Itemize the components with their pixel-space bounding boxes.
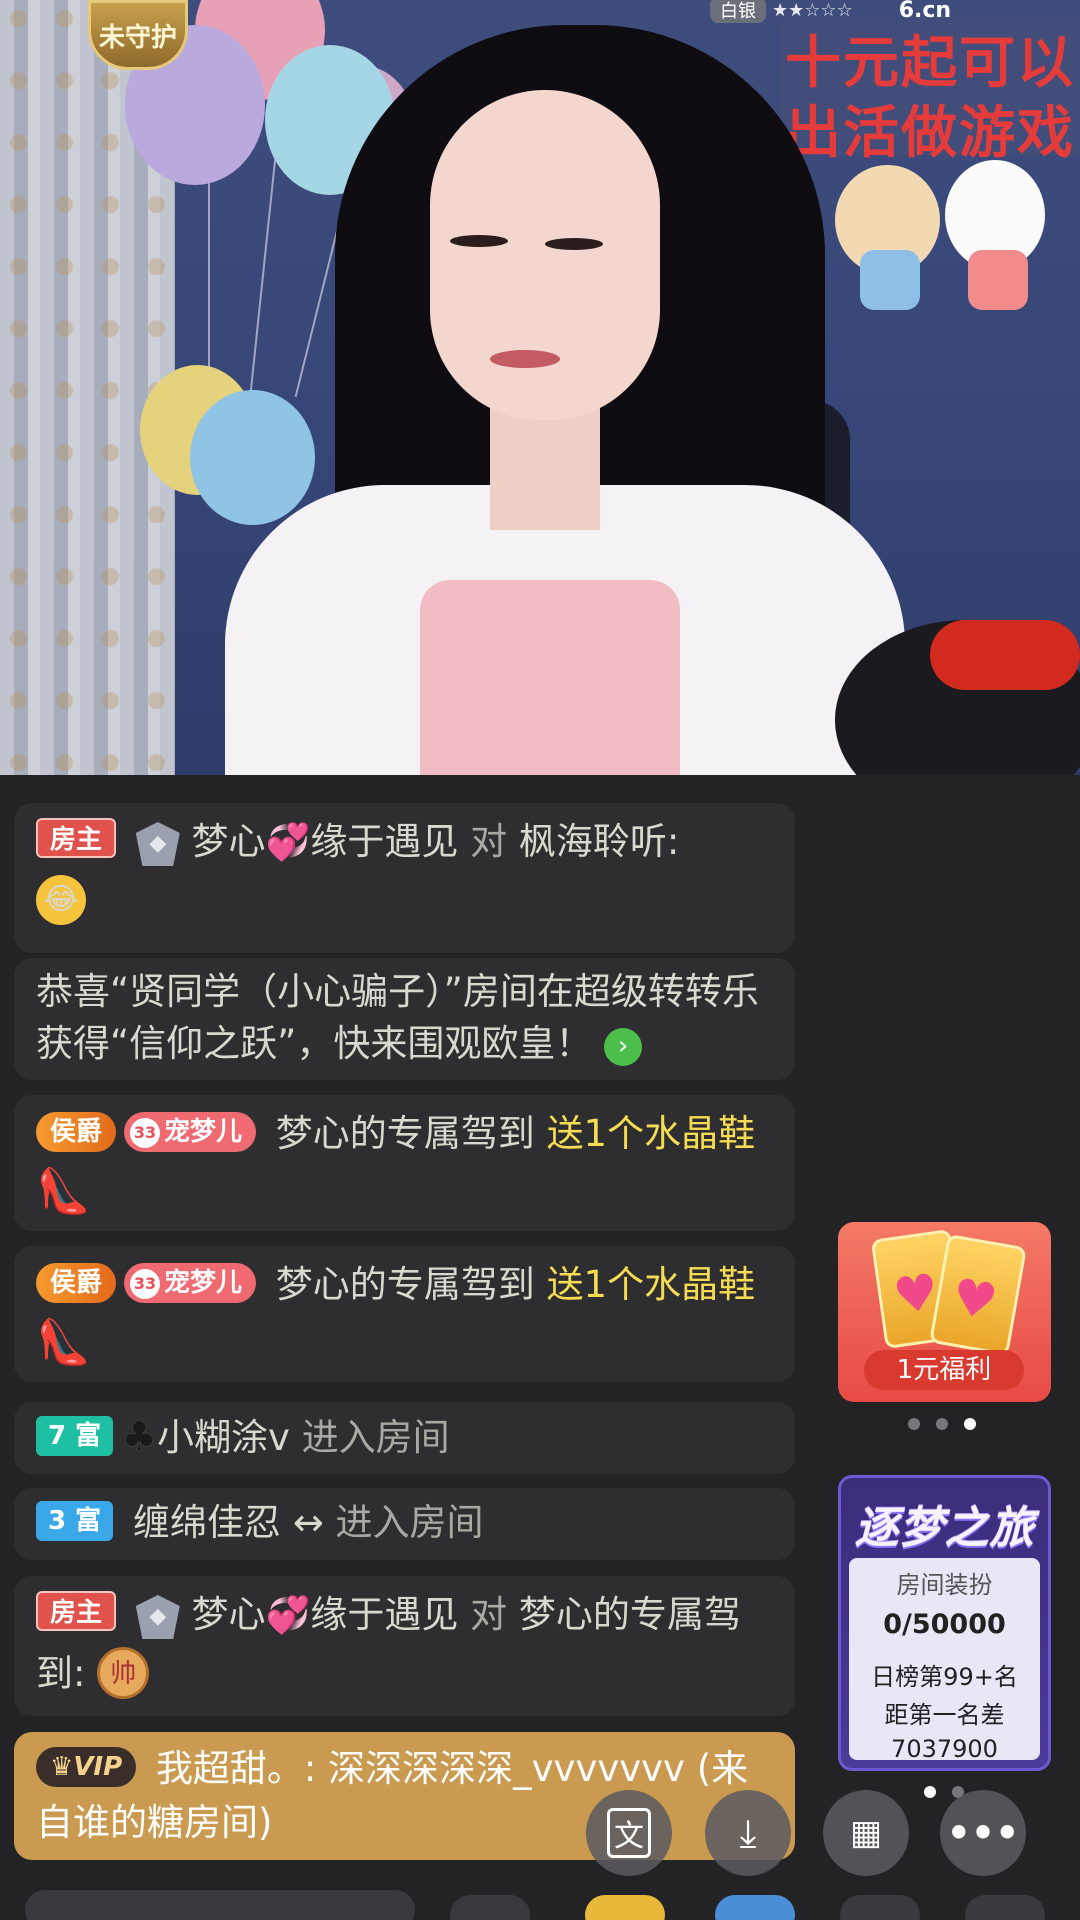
streamer-top: [420, 580, 680, 775]
journey-progress: 0/50000: [883, 1609, 1006, 1640]
streamer-face: [430, 90, 660, 420]
journey-panel: 房间装扮 0/50000 日榜第99+名 距第一名差 7037900: [849, 1558, 1040, 1763]
pager-dot[interactable]: [936, 1418, 948, 1430]
bunny-sticker-body: [968, 250, 1028, 310]
plush-bow: [930, 620, 1080, 690]
site-logo: 6.cn: [898, 0, 952, 23]
journey-rank: 日榜第99+名: [871, 1663, 1018, 1691]
live-video[interactable]: 十元起可以 出活做游戏 未守护 白银 ★★☆☆☆ 6.cn: [0, 0, 1080, 775]
pet-tag-label: 宠梦儿: [164, 1268, 243, 1298]
pager-dot-active[interactable]: [924, 1786, 936, 1798]
apps-button[interactable]: ▦: [823, 1790, 909, 1876]
chat-username[interactable]: 梦心的专属驾到: [276, 1263, 535, 1306]
streamer-lips: [490, 350, 560, 368]
system-announcement[interactable]: 恭喜“贤同学（小心骗子）”房间在超级转转乐获得“信仰之跃”，快来围观欧皇！ ›: [14, 958, 795, 1080]
vip-tag-label: VIP: [73, 1752, 123, 1782]
gift-text: 送1个水晶鞋: [546, 1112, 756, 1155]
chat-verb: 对: [470, 820, 508, 863]
vip-message[interactable]: ♛VIP 我超甜。: 深深深深深_vvvvvvv (来自谁的糖房间): [14, 1732, 795, 1860]
chat-username-suffix: 缘于遇见: [310, 1593, 459, 1636]
toolbar-button[interactable]: [840, 1895, 920, 1920]
pet-tag: 33 宠梦儿: [124, 1112, 257, 1152]
journey-gap-value: 7037900: [891, 1735, 998, 1763]
toolbar-button[interactable]: [450, 1895, 530, 1920]
translate-icon: 文: [607, 1808, 651, 1858]
welfare-promo-banner[interactable]: ♥ ♥ 1元福利: [838, 1222, 1051, 1402]
crystal-shoe-icon: 👠: [36, 1166, 91, 1217]
enter-message[interactable]: 3 富 缠绵佳忍 ↔ 进入房间: [14, 1488, 795, 1560]
laughing-emoji-icon: 😂: [36, 875, 86, 925]
wealth-tag: 3 富: [36, 1501, 114, 1541]
club-icon: ♣: [121, 1414, 158, 1460]
chat-target[interactable]: 枫海聆听:: [519, 820, 679, 863]
chat-input-pill[interactable]: [25, 1890, 415, 1920]
chat-username[interactable]: 小糊涂v: [157, 1416, 290, 1459]
host-tag: 房主: [36, 1591, 117, 1631]
rank-shield-icon: ◆: [135, 1595, 180, 1639]
anchor-level-row: 白银 ★★☆☆☆ 6.cn: [710, 0, 1080, 23]
pager-dot[interactable]: [908, 1418, 920, 1430]
download-icon: ⤓: [739, 1810, 757, 1855]
gift-message[interactable]: 侯爵 33 宠梦儿 梦心的专属驾到 送1个水晶鞋 👠: [14, 1246, 795, 1382]
balloon: [190, 390, 315, 525]
rank-badge: 白银: [710, 0, 766, 23]
chat-username[interactable]: 缠绵佳忍: [133, 1501, 281, 1544]
chat-username[interactable]: 梦心: [192, 1593, 266, 1636]
pet-tag: 33 宠梦儿: [124, 1263, 257, 1303]
streamer-eye: [545, 238, 603, 250]
chat-username-suffix: ↔: [292, 1501, 324, 1544]
chat-username-suffix: 缘于遇见: [310, 820, 459, 863]
enter-message[interactable]: 7 富 ♣小糊涂v 进入房间: [14, 1402, 795, 1474]
toolbar-button[interactable]: [715, 1895, 795, 1920]
journey-pager[interactable]: [924, 1786, 964, 1798]
host-tag: 房主: [36, 818, 117, 858]
streamer-eye: [450, 235, 508, 247]
crystal-shoe-icon: 👠: [36, 1317, 91, 1368]
wealth-tag: 7 富: [36, 1416, 114, 1456]
pet-level: 33: [130, 1118, 161, 1148]
enter-room-text: 进入房间: [301, 1416, 450, 1459]
gift-message[interactable]: 侯爵 33 宠梦儿 梦心的专属驾到 送1个水晶鞋 👠: [14, 1095, 795, 1231]
gift-text: 送1个水晶鞋: [546, 1263, 756, 1306]
rank-stars: ★★☆☆☆: [772, 0, 853, 21]
chat-username[interactable]: 梦心的专属驾到: [276, 1112, 535, 1155]
pet-level: 33: [130, 1269, 161, 1299]
download-button[interactable]: ⤓: [705, 1790, 791, 1876]
chat-message[interactable]: 房主 ◆ 梦心💞缘于遇见 对 枫海聆听: 😂: [14, 803, 795, 953]
bear-sticker-body: [860, 250, 920, 310]
vip-tag: ♛VIP: [36, 1747, 137, 1787]
announcement-text: 恭喜“贤同学（小心骗子）”房间在超级转转乐获得“信仰之跃”，快来围观欧皇！: [36, 970, 759, 1065]
apps-grid-icon: ▦: [849, 1813, 883, 1853]
translate-button[interactable]: 文: [586, 1790, 672, 1876]
balloon-string: [248, 150, 278, 400]
heart-icon: 💞: [265, 822, 311, 863]
crown-icon: ♛: [50, 1752, 74, 1782]
chat-verb: 对: [470, 1593, 508, 1636]
bottom-toolbar[interactable]: [0, 1885, 1080, 1920]
pager-dot-active[interactable]: [964, 1418, 976, 1430]
promo-pager[interactable]: [908, 1418, 976, 1430]
toolbar-button[interactable]: [965, 1895, 1045, 1920]
toolbar-button[interactable]: [585, 1895, 665, 1920]
journey-gap-label: 距第一名差: [884, 1701, 1005, 1729]
more-button[interactable]: •••: [940, 1790, 1026, 1876]
arrow-right-icon[interactable]: ›: [604, 1028, 643, 1066]
heart-icon: 💞: [265, 1595, 311, 1636]
noble-tag: 侯爵: [36, 1112, 117, 1152]
dream-journey-widget[interactable]: 逐梦之旅 房间装扮 0/50000 日榜第99+名 距第一名差 7037900: [838, 1475, 1051, 1771]
poster-line-2: 出活做游戏: [785, 101, 1075, 166]
chess-piece-emoji-icon: 帅: [97, 1647, 150, 1699]
promo-label: 1元福利: [864, 1350, 1024, 1390]
chat-message[interactable]: 房主 ◆ 梦心💞缘于遇见 对 梦心的专属驾到: 帅: [14, 1576, 795, 1716]
guard-badge-icon[interactable]: 未守护: [88, 0, 188, 70]
journey-title: 逐梦之旅: [854, 1503, 1035, 1554]
rank-shield-icon: ◆: [135, 822, 180, 866]
journey-subtitle: 房间装扮: [896, 1571, 993, 1599]
poster-line-1: 十元起可以: [785, 31, 1075, 96]
noble-tag: 侯爵: [36, 1263, 117, 1303]
pet-tag-label: 宠梦儿: [164, 1117, 243, 1147]
enter-room-text: 进入房间: [335, 1501, 484, 1544]
more-icon: •••: [946, 1811, 1020, 1855]
chat-username[interactable]: 梦心: [192, 820, 266, 863]
